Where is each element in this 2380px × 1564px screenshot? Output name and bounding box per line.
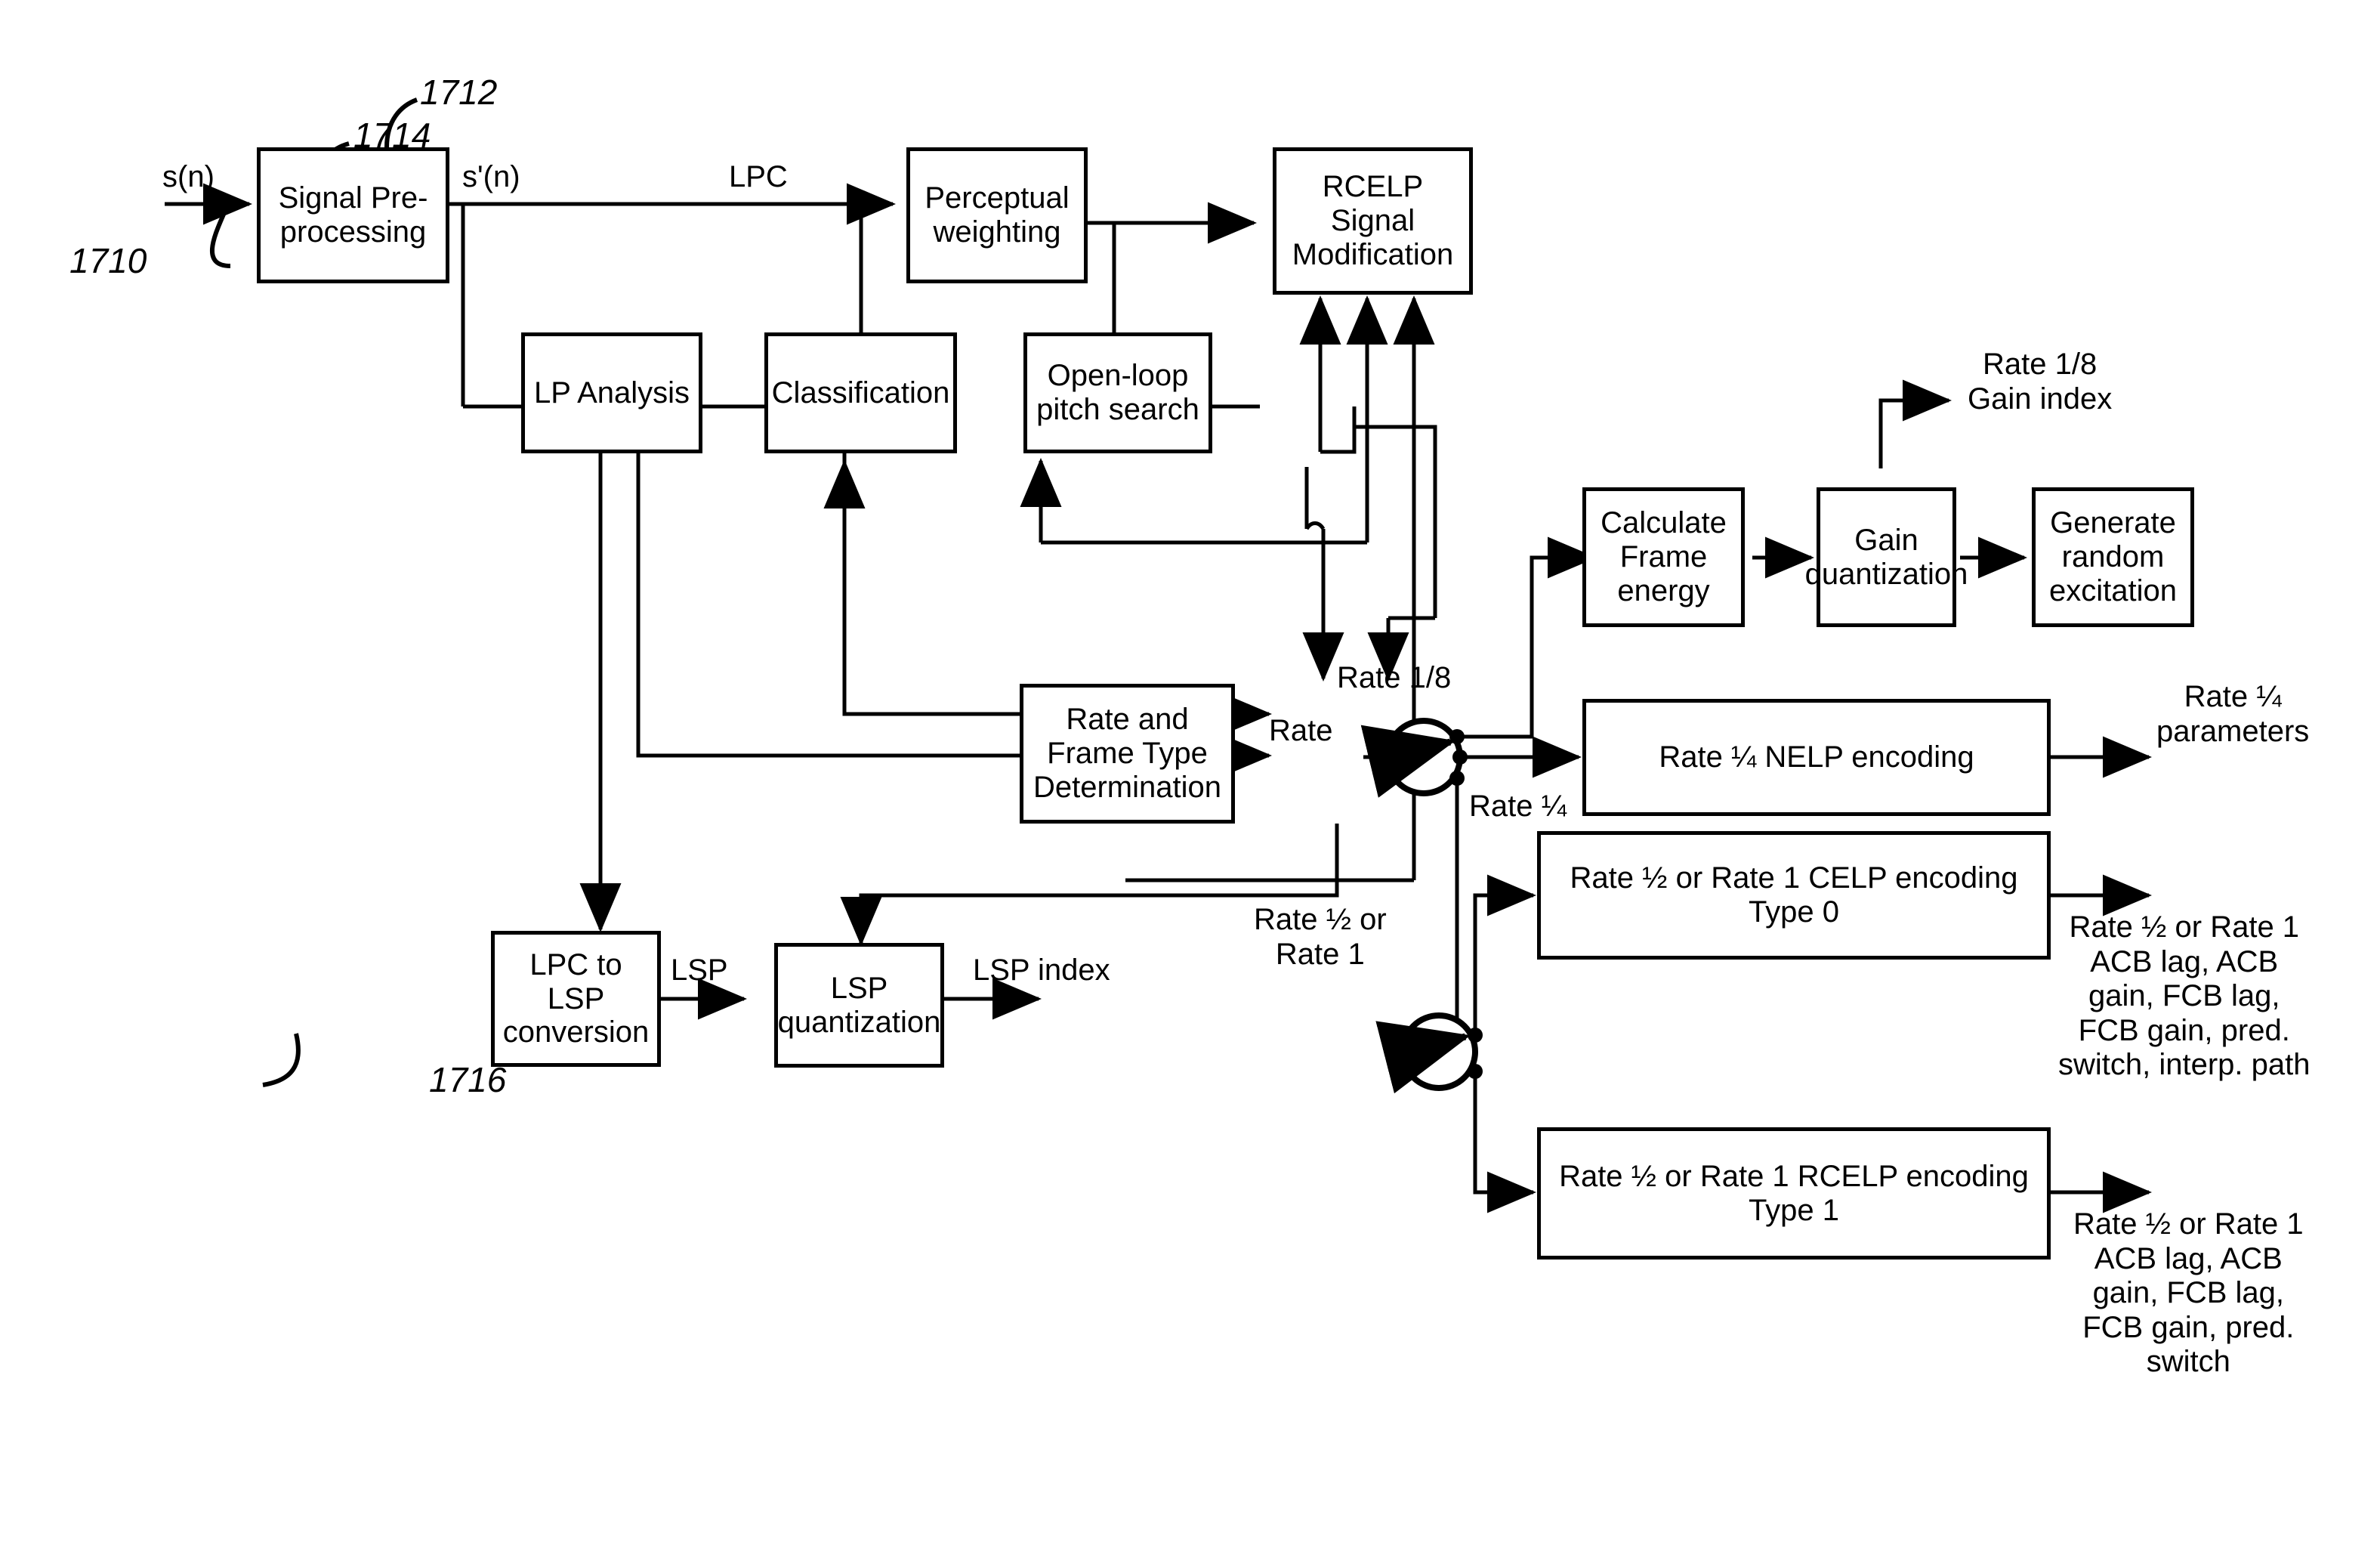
ref-1710: 1710: [69, 241, 147, 280]
block-lsp-quantization[interactable]: LSP quantization: [774, 943, 944, 1068]
block-lp-analysis[interactable]: LP Analysis: [521, 332, 702, 453]
block-calculate-frame-energy-line3: energy: [1617, 573, 1710, 607]
block-lpc-to-lsp-line2: conversion: [502, 1015, 650, 1049]
leader-1710: [209, 206, 231, 268]
label-rate-one-eighth-switch: Rate 1/8: [1337, 661, 1452, 694]
block-rcelp-encoding-type1-line2: Type 1: [1748, 1193, 1840, 1227]
label-rate: Rate: [1269, 714, 1333, 747]
block-generate-random-excitation-line3: excitation: [2049, 573, 2177, 607]
block-open-loop-pitch-search[interactable]: Open-loop pitch search: [1023, 332, 1212, 453]
block-rate-and-frame-type-determination[interactable]: Rate and Frame Type Determination: [1020, 684, 1235, 824]
block-nelp-encoding-line1: Rate ¼ NELP encoding: [1659, 740, 1974, 774]
label-lsp-index: LSP index: [973, 954, 1110, 987]
block-classification-line1: Classification: [771, 376, 950, 410]
block-rcelp-signal-modification-line1: RCELP: [1322, 170, 1424, 204]
block-perceptual-weighting[interactable]: Perceptual weighting: [906, 147, 1088, 283]
label-input-sn: s(n): [162, 160, 215, 193]
label-celp-output-params: Rate ½ or Rate 1 ACB lag, ACB gain, FCB …: [2058, 910, 2311, 1082]
block-rate-line3: Determination: [1033, 770, 1221, 804]
block-signal-preprocessing-line1: Signal Pre-: [278, 181, 428, 215]
block-signal-preprocessing-line2: processing: [279, 215, 427, 249]
label-rate-one-quarter-parameters: Rate ¼ parameters: [2156, 680, 2310, 748]
block-rate-line2: Frame Type: [1047, 737, 1208, 771]
block-nelp-encoding[interactable]: Rate ¼ NELP encoding: [1582, 699, 2051, 816]
block-celp-encoding-type0-line2: Type 0: [1748, 895, 1840, 929]
block-rate-line1: Rate and: [1066, 703, 1189, 737]
ref-1714: 1714: [353, 116, 431, 155]
ref-1716: 1716: [429, 1060, 507, 1099]
block-rcelp-signal-modification[interactable]: RCELP Signal Modification: [1273, 147, 1473, 295]
block-perceptual-weighting-line1: Perceptual: [925, 181, 1070, 215]
block-gain-quantization[interactable]: Gain quantization: [1805, 487, 1968, 627]
block-calculate-frame-energy[interactable]: Calculate Frame energy: [1582, 487, 1745, 627]
block-gain-quantization-line1: Gain: [1854, 523, 1919, 557]
block-gain-quantization-line2: quantization: [1804, 557, 1968, 591]
block-generate-random-excitation-line2: random: [2061, 540, 2165, 574]
block-classification[interactable]: Classification: [764, 332, 957, 453]
leader-1716: [262, 1033, 301, 1087]
label-rate-half-or-one: Rate ½ or Rate 1: [1254, 903, 1387, 971]
block-signal-preprocessing[interactable]: Signal Pre- processing: [257, 147, 449, 283]
block-rcelp-encoding-type1[interactable]: Rate ½ or Rate 1 RCELP encoding Type 1: [1537, 1127, 2051, 1260]
block-calculate-frame-energy-line2: Frame: [1619, 540, 1708, 574]
wire-switch2-to-celp: [1473, 874, 1537, 1035]
wire-rate18-to-calcframe: [1457, 536, 1597, 739]
wire-pitchsearch-right-stub: [1320, 406, 1357, 454]
label-rcelp-output-params: Rate ½ or Rate 1 ACB lag, ACB gain, FCB …: [2073, 1207, 2304, 1379]
label-rate-one-quarter-switch: Rate ¼: [1469, 790, 1567, 823]
block-rcelp-signal-modification-line2: Signal: [1330, 204, 1415, 238]
wire-bridge-hop: [1304, 521, 1326, 530]
label-lpc: LPC: [729, 160, 788, 193]
wire-switch2-to-rcelp-enc: [1473, 1071, 1537, 1213]
wire-gainquant-to-gainindex: [1878, 379, 1952, 468]
block-generate-random-excitation[interactable]: Generate random excitation: [2032, 487, 2194, 627]
block-rcelp-encoding-type1-line1: Rate ½ or Rate 1 RCELP encoding: [1559, 1159, 2029, 1193]
block-perceptual-weighting-line2: weighting: [933, 215, 1061, 249]
label-lsp: LSP: [671, 954, 728, 987]
figure-canvas: Signal Pre- processing Perceptual weight…: [0, 0, 2380, 1564]
label-rate-one-eighth-gain-index: Rate 1/8 Gain index: [1968, 348, 2113, 416]
block-generate-random-excitation-line1: Generate: [2050, 506, 2176, 540]
block-lsp-quantization-line2: quantization: [777, 1005, 941, 1039]
label-preprocessed-sn: s'(n): [462, 160, 520, 193]
block-lp-analysis-line1: LP Analysis: [533, 376, 690, 410]
ref-1712: 1712: [420, 73, 498, 112]
block-lsp-quantization-line1: LSP: [830, 971, 888, 1005]
block-rcelp-signal-modification-line3: Modification: [1292, 237, 1454, 271]
block-celp-encoding-type0[interactable]: Rate ½ or Rate 1 CELP encoding Type 0: [1537, 831, 2051, 960]
block-open-loop-pitch-search-line1: Open-loop: [1047, 359, 1189, 393]
block-open-loop-pitch-search-line2: pitch search: [1036, 393, 1199, 426]
block-lpc-to-lsp-conversion[interactable]: LPC to LSP conversion: [491, 931, 661, 1067]
wire-classification-to-rate: [842, 453, 1273, 735]
block-celp-encoding-type0-line1: Rate ½ or Rate 1 CELP encoding: [1570, 861, 2018, 895]
block-lpc-to-lsp-line1: LPC to LSP: [529, 947, 622, 1015]
block-calculate-frame-energy-line1: Calculate: [1601, 506, 1727, 540]
